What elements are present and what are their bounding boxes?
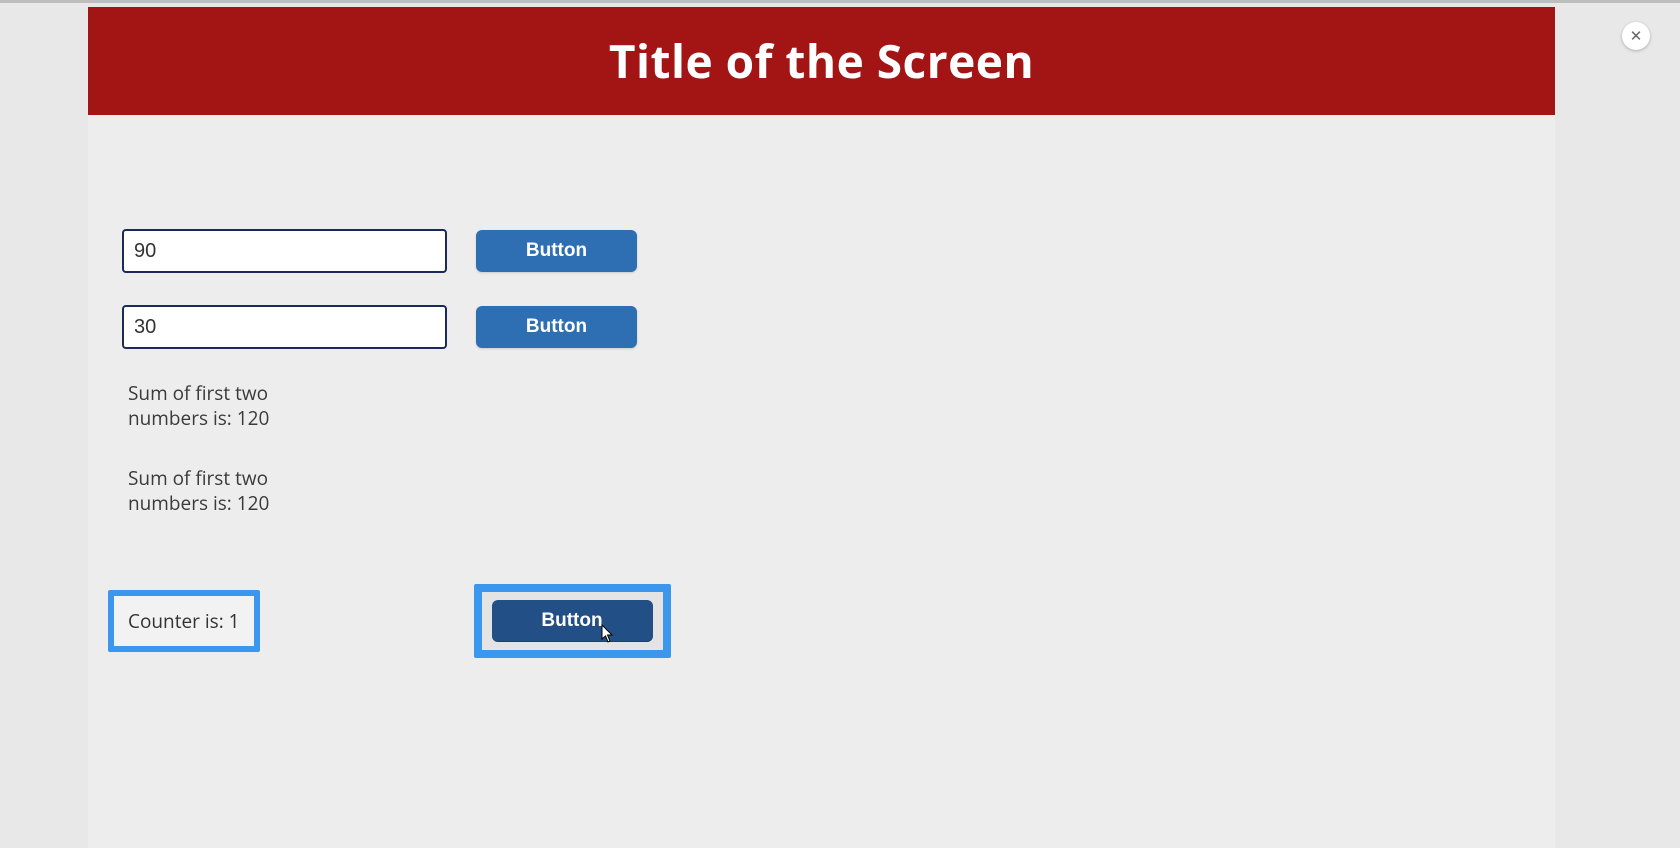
button-1[interactable]: Button xyxy=(476,230,637,272)
input-row-1: Button xyxy=(122,229,1521,273)
button-2[interactable]: Button xyxy=(476,306,637,348)
counter-button[interactable]: Button xyxy=(492,600,653,642)
number-input-1[interactable] xyxy=(122,229,447,273)
page-title: Title of the Screen xyxy=(609,30,1034,92)
window-top-border xyxy=(0,0,1680,3)
close-button[interactable]: ✕ xyxy=(1622,22,1650,50)
counter-text: Counter is: 1 xyxy=(128,608,240,634)
input-row-2: Button xyxy=(122,305,1521,349)
counter-button-highlight: Button xyxy=(474,584,671,658)
sum-label-1: Sum of first two numbers is: 120 xyxy=(128,381,288,430)
body-area: Button Button Sum of first two numbers i… xyxy=(88,115,1555,658)
content-frame: Title of the Screen Button Button Sum of… xyxy=(88,7,1555,848)
header-bar: Title of the Screen xyxy=(88,7,1555,115)
sum-label-2: Sum of first two numbers is: 120 xyxy=(128,466,288,515)
close-icon: ✕ xyxy=(1630,27,1643,45)
number-input-2[interactable] xyxy=(122,305,447,349)
counter-row: Counter is: 1 Button xyxy=(122,584,1521,658)
counter-box: Counter is: 1 xyxy=(108,590,260,652)
